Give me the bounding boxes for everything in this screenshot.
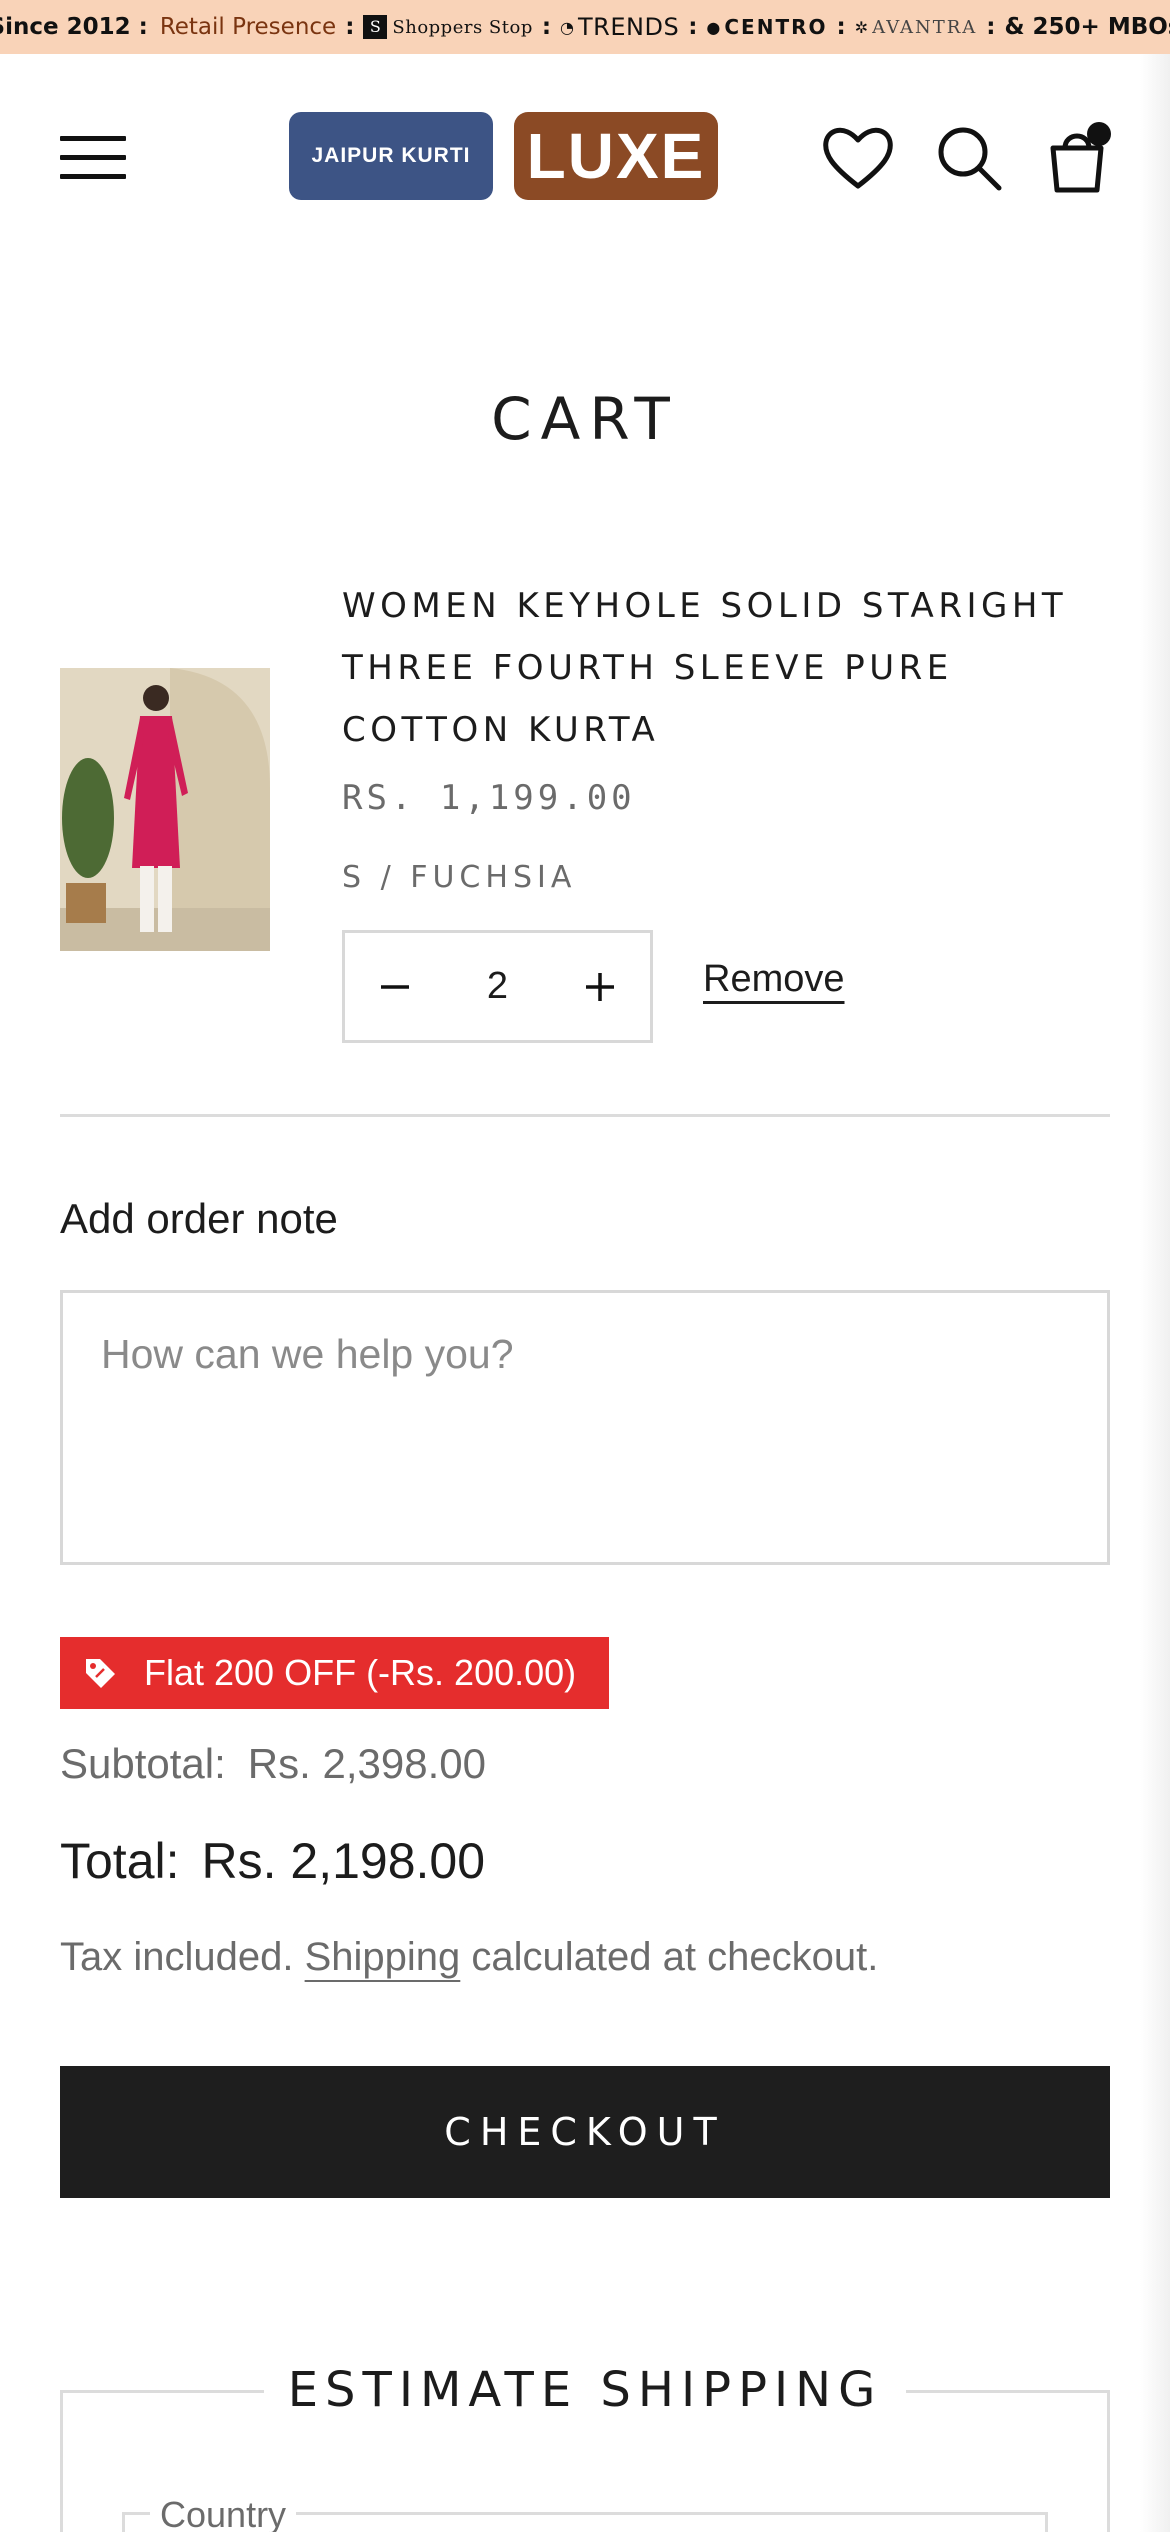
product-thumbnail[interactable] (60, 668, 270, 951)
plus-icon (585, 972, 614, 1001)
avantra-logo-icon: ✲ (854, 17, 869, 37)
logo-luxe-text: LUXE (526, 120, 706, 192)
estimate-shipping-title-text: ESTIMATE SHIPPING (263, 2362, 907, 2418)
total-row: Total: Rs. 2,198.00 (60, 1832, 485, 1890)
menu-icon[interactable] (60, 134, 126, 180)
brand-avantra-label: AVANTRA (872, 16, 978, 38)
minus-icon (381, 984, 409, 989)
subtotal-value: Rs. 2,398.00 (247, 1740, 486, 1787)
total-label: Total: (60, 1833, 180, 1889)
product-title[interactable]: WOMEN KEYHOLE SOLID STARIGHT THREE FOURT… (342, 575, 1122, 761)
announcement-separator: : (986, 14, 996, 40)
total-value: Rs. 2,198.00 (201, 1833, 486, 1889)
quantity-stepper: 2 (342, 930, 653, 1043)
divider (60, 1114, 1110, 1117)
order-note-field[interactable] (60, 1290, 1110, 1565)
shoppers-stop-logo-icon: S (363, 15, 388, 39)
checkout-button[interactable]: CHECKOUT (60, 2066, 1110, 2198)
announcement-bar: Since 2012 : Retail Presence : S Shopper… (0, 0, 1170, 54)
bag-icon[interactable] (1037, 118, 1117, 198)
announcement-since: Since 2012 : (0, 14, 148, 40)
announcement-separator: : (345, 14, 355, 40)
announcement-separator: : (836, 14, 846, 40)
announcement-retail-presence: Retail Presence (159, 14, 337, 40)
announcement-separator: : (688, 14, 698, 40)
tax-prefix: Tax included. (60, 1935, 294, 1979)
brand-trends-label: TRENDS (578, 13, 680, 41)
trends-logo-icon: ◔ (560, 17, 575, 37)
tax-suffix: calculated at checkout. (471, 1935, 879, 1979)
centro-logo-icon: ● (706, 17, 721, 37)
order-note-label: Add order note (60, 1195, 338, 1242)
product-price: RS. 1,199.00 (342, 778, 636, 818)
brand-trends: ◔ TRENDS (560, 13, 679, 41)
quantity-increase-button[interactable] (550, 933, 650, 1040)
brand-shoppers-stop-label: Shoppers Stop (392, 16, 533, 38)
page-edge-shadow (1140, 54, 1170, 2532)
brand-centro-label: CENTRO (724, 15, 828, 39)
estimate-shipping-title: ESTIMATE SHIPPING (0, 2362, 1170, 2418)
discount-label: Flat 200 OFF (-Rs. 200.00) (144, 1652, 577, 1693)
brand-centro: ● CENTRO (706, 15, 827, 39)
site-header: JAIPUR KURTI LUXE (0, 54, 1170, 259)
remove-item-link[interactable]: Remove (703, 958, 845, 1001)
tax-note: Tax included. Shipping calculated at che… (60, 1935, 878, 1980)
discount-badge: Flat 200 OFF (-Rs. 200.00) (60, 1637, 609, 1709)
quantity-decrease-button[interactable] (345, 933, 445, 1040)
page-title: CART (491, 385, 679, 453)
logo-jaipur-kurti-text: JAIPUR KURTI (311, 144, 471, 167)
product-variant: S / FUCHSIA (342, 860, 577, 895)
shipping-link[interactable]: Shipping (305, 1935, 461, 1979)
subtotal-row: Subtotal: Rs. 2,398.00 (60, 1740, 486, 1788)
search-icon[interactable] (929, 118, 1009, 198)
brand-shoppers-stop: S Shoppers Stop (363, 15, 532, 39)
brand-avantra: ✲ AVANTRA (855, 17, 978, 38)
cart-indicator-dot (1087, 122, 1111, 146)
announcement-mbos: & 250+ MBOs (1004, 14, 1170, 40)
logo-luxe[interactable]: LUXE (514, 112, 718, 200)
heart-icon[interactable] (818, 118, 898, 198)
quantity-value[interactable]: 2 (487, 965, 508, 1008)
tag-icon (86, 1659, 115, 1688)
announcement-separator: : (541, 14, 552, 40)
country-label: Country (150, 2494, 297, 2532)
logo-jaipur-kurti[interactable]: JAIPUR KURTI (289, 112, 493, 200)
subtotal-label: Subtotal: (60, 1740, 226, 1787)
